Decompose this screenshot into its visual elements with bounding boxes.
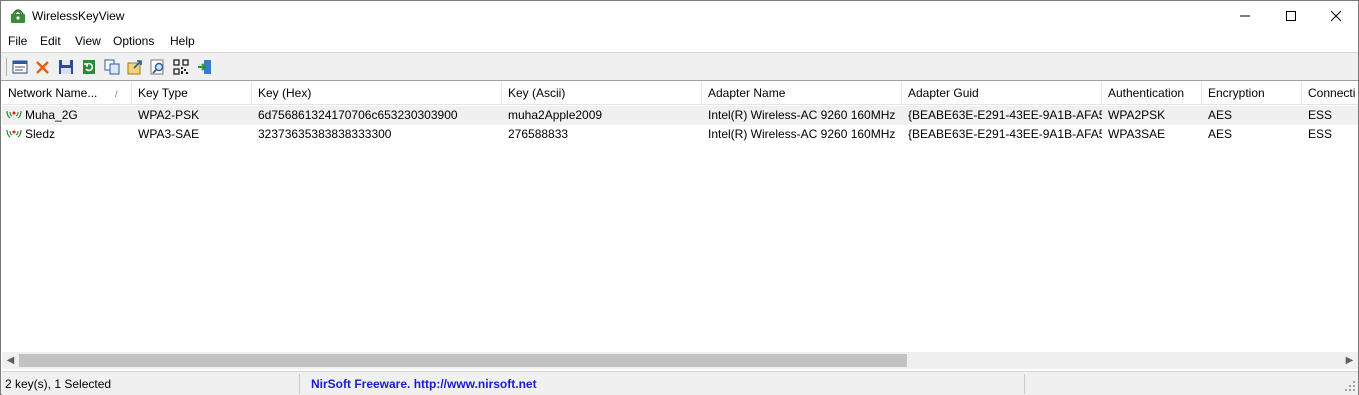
column-header-key-type[interactable]: Key Type [132, 82, 252, 105]
scroll-left-button[interactable]: ◀ [2, 352, 19, 369]
exit-button[interactable] [195, 57, 215, 77]
close-icon [1331, 11, 1341, 21]
table-row[interactable]: Muha_2G WPA2-PSK 6d756861324170706c65323… [2, 106, 1358, 125]
status-divider [299, 374, 300, 394]
find-button[interactable] [148, 57, 168, 77]
cell-encryption: AES [1208, 127, 1233, 141]
properties-icon [12, 60, 28, 74]
nirsoft-link[interactable]: NirSoft Freeware. http://www.nirsoft.net [308, 374, 537, 394]
menu-bar: File Edit View Options Help [1, 31, 1358, 52]
cell-key-hex: 32373635383838333300 [258, 127, 392, 141]
chevron-right-icon: ▶ [1345, 355, 1354, 366]
maximize-button[interactable] [1268, 1, 1314, 31]
column-header-label: Network Name... [8, 86, 98, 100]
exit-icon [198, 60, 211, 74]
column-header-network-name[interactable]: Network Name... / [2, 82, 132, 105]
scrollbar-thumb[interactable] [19, 354, 907, 367]
window-title: WirelessKeyView [32, 9, 125, 23]
refresh-button[interactable] [79, 57, 99, 77]
cell-adapter-guid: {BEABE63E-E291-43EE-9A1B-AFA5... [908, 127, 1102, 141]
properties-button[interactable] [10, 57, 30, 77]
delete-icon [36, 61, 49, 74]
horizontal-scrollbar[interactable]: ◀ ▶ [2, 352, 1358, 369]
export-icon [127, 60, 142, 75]
cell-connection: ESS [1308, 127, 1333, 141]
status-key-count: 2 key(s), 1 Selected [5, 377, 112, 391]
toolbar [1, 52, 1358, 81]
column-header-connection[interactable]: Connecti [1302, 82, 1358, 105]
qr-code-icon [173, 59, 189, 75]
cell-key-type: WPA2-PSK [138, 108, 200, 122]
wireless-keys-list[interactable]: Network Name... / Key Type Key (Hex) Key… [2, 82, 1358, 352]
save-icon [59, 60, 73, 74]
minimize-icon [1240, 15, 1250, 17]
column-header-key-hex[interactable]: Key (Hex) [252, 82, 502, 105]
cell-authentication: WPA2PSK [1108, 108, 1166, 122]
wireless-key-app-icon [11, 9, 25, 23]
status-bar: 2 key(s), 1 Selected NirSoft Freeware. h… [2, 371, 1358, 395]
close-button[interactable] [1313, 1, 1359, 31]
column-header-encryption[interactable]: Encryption [1202, 82, 1302, 105]
cell-network-name: Muha_2G [25, 108, 78, 122]
scroll-right-button[interactable]: ▶ [1341, 352, 1358, 369]
cell-key-ascii: muha2Apple2009 [508, 108, 603, 122]
toolbar-separator [6, 58, 7, 76]
status-divider [1024, 374, 1025, 394]
table-row[interactable]: Sledz WPA3-SAE 32373635383838333300 2765… [2, 125, 1358, 144]
qr-code-button[interactable] [171, 57, 191, 77]
column-header-key-ascii[interactable]: Key (Ascii) [502, 82, 702, 105]
title-bar[interactable]: WirelessKeyView [1, 1, 1358, 31]
cell-connection: ESS [1308, 108, 1333, 122]
column-header-authentication[interactable]: Authentication [1102, 82, 1202, 105]
cell-adapter-guid: {BEABE63E-E291-43EE-9A1B-AFA5... [908, 108, 1102, 122]
chevron-left-icon: ◀ [6, 355, 15, 366]
cell-adapter-name: Intel(R) Wireless-AC 9260 160MHz [708, 108, 896, 122]
find-icon [150, 59, 164, 75]
column-header-adapter-guid[interactable]: Adapter Guid [902, 82, 1102, 105]
menu-edit[interactable]: Edit [40, 34, 61, 48]
list-header: Network Name... / Key Type Key (Hex) Key… [2, 82, 1358, 105]
resize-grip-icon[interactable] [1344, 380, 1356, 392]
app-window: WirelessKeyView File Edit View Options H… [0, 0, 1359, 395]
cell-key-type: WPA3-SAE [138, 127, 200, 141]
column-header-adapter-name[interactable]: Adapter Name [702, 82, 902, 105]
cell-key-hex: 6d756861324170706c653230303900 [258, 108, 458, 122]
cell-key-ascii: 276588833 [508, 127, 569, 141]
delete-button[interactable] [33, 57, 53, 77]
refresh-icon [83, 60, 95, 74]
sort-indicator-icon: / [115, 89, 118, 99]
maximize-icon [1286, 11, 1296, 21]
menu-file[interactable]: File [8, 34, 27, 48]
cell-authentication: WPA3SAE [1108, 127, 1166, 141]
export-button[interactable] [125, 57, 145, 77]
cell-adapter-name: Intel(R) Wireless-AC 9260 160MHz [708, 127, 896, 141]
save-button[interactable] [56, 57, 76, 77]
copy-button[interactable] [102, 57, 122, 77]
menu-view[interactable]: View [75, 34, 101, 48]
menu-help[interactable]: Help [170, 34, 195, 48]
copy-icon [104, 59, 120, 75]
cell-encryption: AES [1208, 108, 1233, 122]
cell-network-name: Sledz [25, 127, 56, 141]
menu-options[interactable]: Options [113, 34, 154, 48]
minimize-button[interactable] [1222, 1, 1268, 31]
